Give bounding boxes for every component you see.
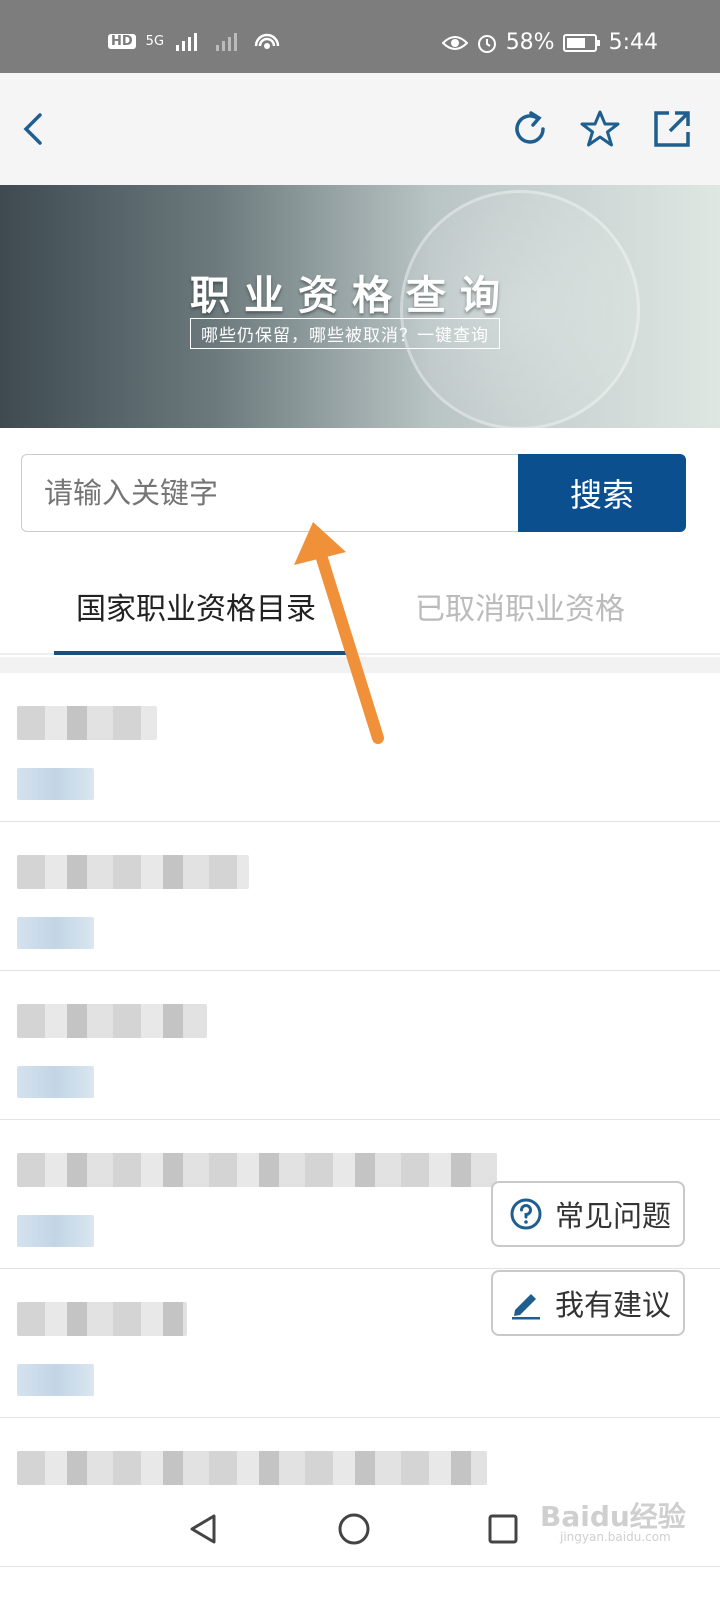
home-circle-icon[interactable] [336, 1511, 372, 1547]
status-left: HD 5G [108, 30, 280, 52]
clock: 5:44 [608, 30, 658, 55]
chevron-left-icon[interactable] [14, 109, 54, 149]
battery-icon [562, 33, 600, 52]
blurred-title [17, 1004, 207, 1038]
battery-percent: 58% [505, 30, 555, 55]
blurred-tag [17, 1215, 94, 1247]
recents-square-icon[interactable] [486, 1512, 520, 1546]
blurred-tag [17, 917, 94, 949]
blurred-title [17, 1302, 187, 1336]
star-icon[interactable] [580, 109, 620, 149]
list-item[interactable] [0, 971, 720, 1120]
pencil-icon [512, 1294, 540, 1320]
faq-button[interactable]: 常见问题 [491, 1181, 685, 1247]
blurred-title [17, 706, 157, 740]
blurred-tag [17, 1066, 94, 1098]
faq-label: 常见问题 [555, 1199, 672, 1233]
hotspot-icon [254, 33, 280, 49]
qualification-list [0, 673, 720, 1567]
baidu-watermark-url: jingyan.baidu.com [560, 1530, 671, 1544]
suggestion-button[interactable]: 我有建议 [491, 1270, 685, 1336]
banner-title: 职业资格查询 [190, 273, 514, 319]
search-bar: 搜索 [21, 454, 686, 532]
eye-icon [441, 35, 468, 50]
refresh-icon[interactable] [510, 109, 550, 149]
list-item[interactable] [0, 673, 720, 822]
signal-secondary-icon [216, 33, 238, 51]
hero-banner: 职业资格查询 哪些仍保留，哪些被取消？一键查询 [0, 185, 720, 428]
search-input[interactable] [21, 454, 521, 532]
search-button[interactable]: 搜索 [518, 454, 686, 532]
back-triangle-icon[interactable] [186, 1512, 220, 1546]
browser-toolbar [0, 73, 720, 185]
hd-badge: HD [108, 33, 136, 49]
suggestion-label: 我有建议 [555, 1288, 672, 1322]
baidu-watermark: Baidu经验 [540, 1500, 686, 1533]
alarm-icon [477, 34, 496, 53]
blurred-tag [17, 768, 94, 800]
tab-national-catalog[interactable]: 国家职业资格目录 [76, 584, 316, 628]
signal-icon [176, 33, 198, 51]
blurred-title [17, 1153, 497, 1187]
question-icon [510, 1198, 542, 1230]
blurred-title [17, 1451, 487, 1485]
blurred-title [17, 855, 249, 889]
active-tab-indicator [54, 651, 346, 655]
status-bar: HD 5G 58% 5:44 [0, 0, 720, 73]
section-divider [0, 657, 720, 673]
tab-cancelled-qualifications[interactable]: 已取消职业资格 [415, 584, 625, 628]
status-right: 58% 5:44 [441, 30, 658, 55]
network-label: 5G [145, 33, 165, 49]
list-item[interactable] [0, 822, 720, 971]
tab-bar: 国家职业资格目录 已取消职业资格 [0, 560, 720, 655]
banner-subtitle: 哪些仍保留，哪些被取消？一键查询 [190, 318, 500, 349]
blurred-tag [17, 1364, 94, 1396]
external-link-icon[interactable] [652, 109, 692, 149]
